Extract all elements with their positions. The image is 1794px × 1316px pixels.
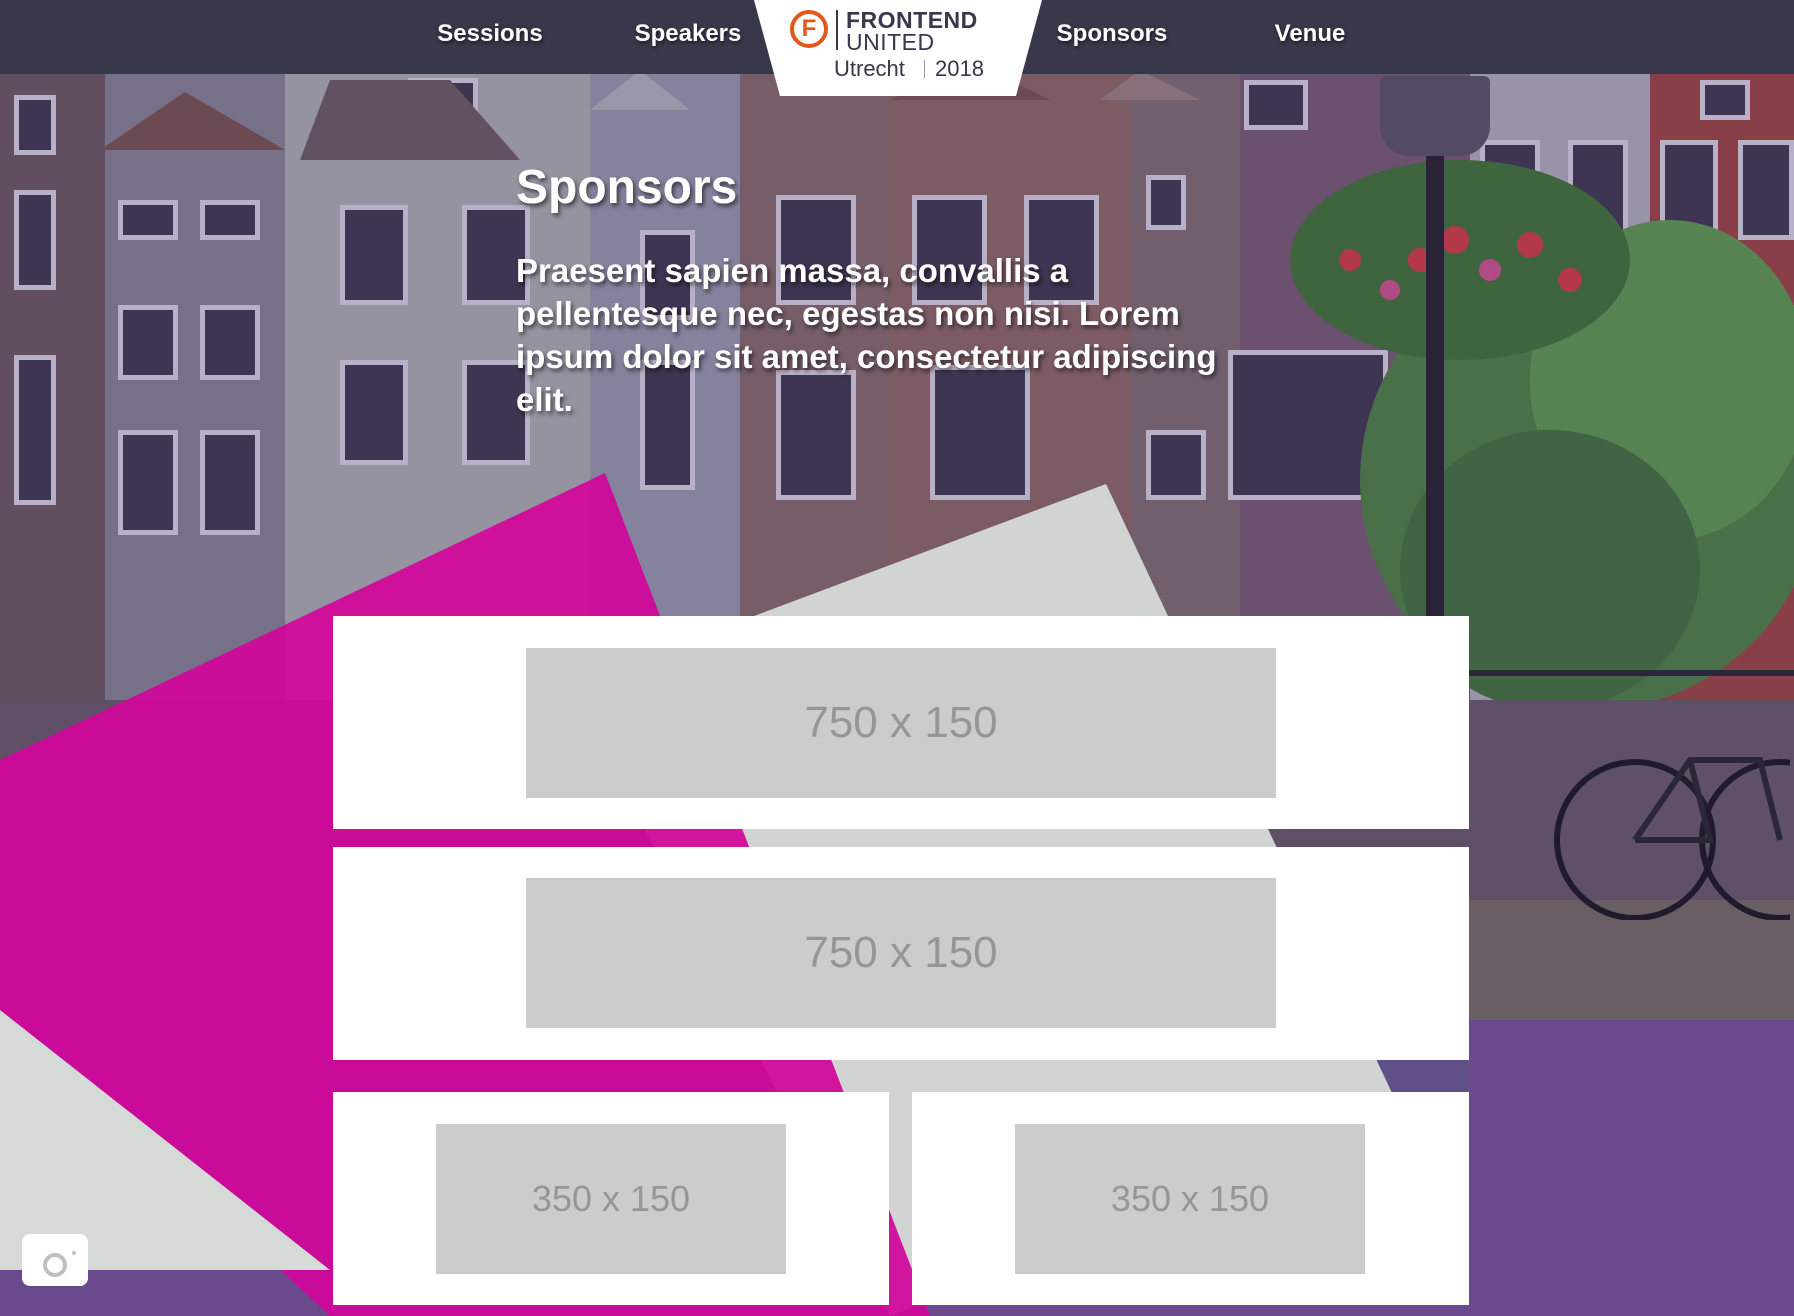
sponsor-card-large[interactable]: 750 x 150 xyxy=(333,616,1469,829)
logo-city: Utrecht xyxy=(834,56,905,81)
page-title: Sponsors xyxy=(516,161,738,214)
sponsor-card-small[interactable]: 350 x 150 xyxy=(333,1092,889,1305)
camera-icon xyxy=(30,1242,80,1280)
sponsor-card-small[interactable]: 350 x 150 xyxy=(912,1092,1469,1305)
sponsor-logo-placeholder: 750 x 150 xyxy=(526,648,1276,798)
nav-link-sessions[interactable]: Sessions xyxy=(420,17,560,51)
sponsor-logo-placeholder: 350 x 150 xyxy=(436,1124,786,1274)
site-logo[interactable]: F FRONTEND UNITED Utrecht 2018 xyxy=(754,0,1042,96)
nav-link-speakers[interactable]: Speakers xyxy=(618,17,758,51)
sponsor-card-large[interactable]: 750 x 150 xyxy=(333,847,1469,1060)
logo-divider xyxy=(836,10,838,50)
sponsor-logo-placeholder: 750 x 150 xyxy=(526,878,1276,1028)
logo-separator xyxy=(924,60,925,78)
frontend-united-logo-icon: F xyxy=(790,10,828,48)
nav-link-venue[interactable]: Venue xyxy=(1240,17,1380,51)
camera-button[interactable] xyxy=(22,1234,88,1286)
page-intro-text: Praesent sapien massa, convallis a pelle… xyxy=(516,252,1217,418)
logo-year: 2018 xyxy=(935,56,984,81)
logo-text-united: UNITED xyxy=(846,29,935,55)
sponsor-logo-placeholder: 350 x 150 xyxy=(1015,1124,1365,1274)
nav-link-sponsors[interactable]: Sponsors xyxy=(1042,17,1182,51)
